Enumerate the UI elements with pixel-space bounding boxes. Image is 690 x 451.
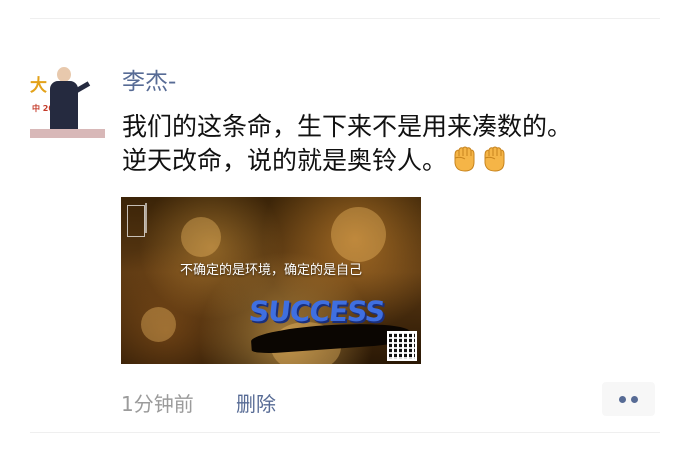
image-seal-mark: [127, 205, 145, 237]
bottom-divider: [30, 432, 660, 433]
avatar[interactable]: 大 中 201: [30, 63, 105, 138]
fist-emoji-icon: [484, 146, 505, 172]
moments-post: 大 中 201 李杰- 我们的这条命，生下来不是用来凑数的。 逆天改命，说的就是…: [0, 0, 690, 451]
bokeh-light: [331, 207, 386, 262]
post-timestamp: 1分钟前: [121, 392, 194, 416]
delete-button[interactable]: 删除: [236, 388, 276, 417]
post-text-line-1: 我们的这条命，生下来不是用来凑数的。: [122, 112, 573, 141]
more-dots-icon: [631, 396, 638, 403]
image-success-text: SUCCESS: [247, 295, 386, 328]
post-text-line-2-text: 逆天改命，说的就是奥铃人。: [122, 146, 448, 175]
image-seal-mark: [145, 203, 147, 233]
post-text-line-2: 逆天改命，说的就是奥铃人。: [122, 144, 652, 178]
avatar-person-head: [57, 67, 71, 82]
top-divider: [30, 18, 660, 19]
bokeh-light: [181, 217, 221, 257]
more-dots-icon: [619, 396, 626, 403]
bokeh-light: [141, 307, 176, 342]
image-caption: 不确定的是环境，确定的是自己: [179, 263, 362, 278]
username[interactable]: 李杰-: [122, 62, 176, 96]
post-image[interactable]: 不确定的是环境，确定的是自己 SUCCESS: [121, 197, 421, 364]
post-text: 我们的这条命，生下来不是用来凑数的。 逆天改命，说的就是奥铃人。: [122, 110, 652, 178]
avatar-stage: [30, 129, 105, 138]
qr-code-icon: [387, 331, 417, 361]
more-actions-button[interactable]: [602, 382, 655, 416]
fist-emoji-icon: [454, 146, 475, 172]
